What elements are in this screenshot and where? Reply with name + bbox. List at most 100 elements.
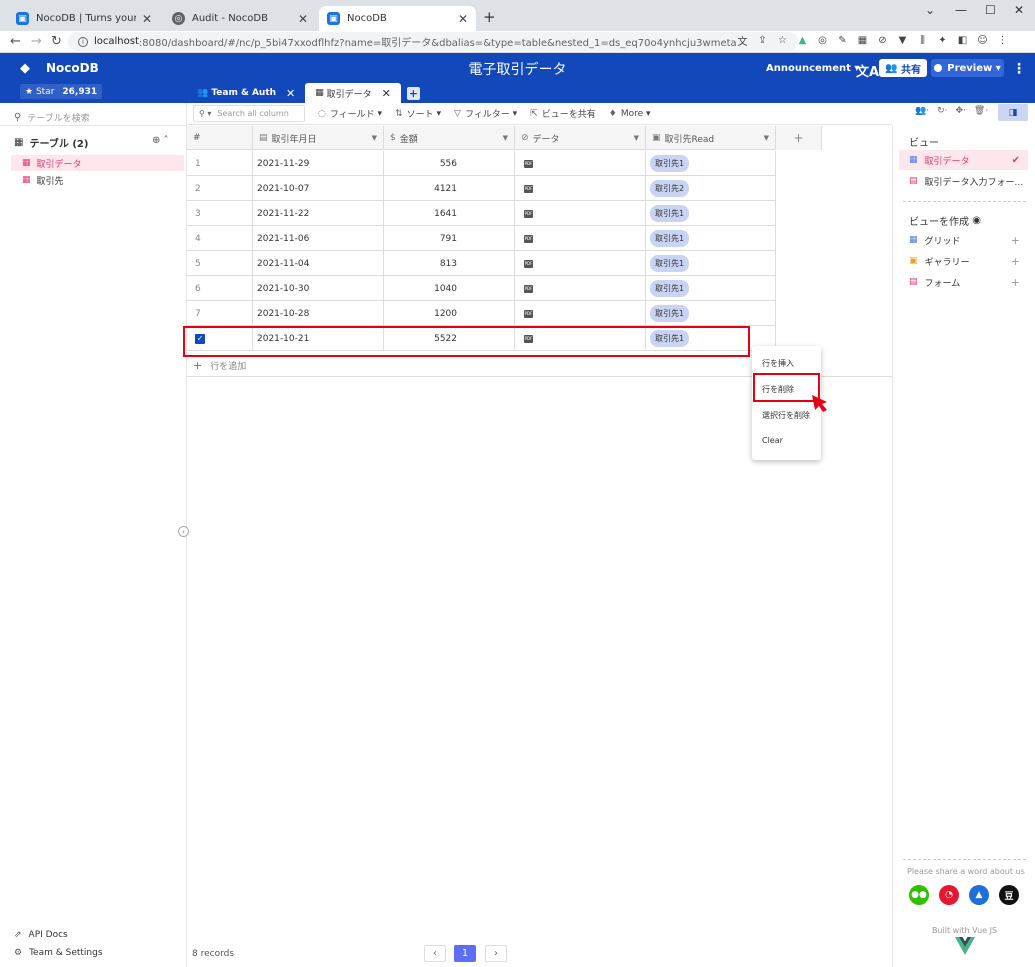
attachment-cell[interactable]: PDF bbox=[515, 301, 646, 326]
ref-cell[interactable]: 取引先2 bbox=[646, 176, 776, 201]
next-page-button[interactable]: › bbox=[485, 945, 507, 962]
browser-tab-audit[interactable]: ◎ Audit - NocoDB ✕ bbox=[164, 6, 316, 31]
chevron-down-icon[interactable]: ▼ bbox=[372, 134, 377, 142]
plus-icon[interactable]: + bbox=[1011, 276, 1020, 289]
table-search-input[interactable]: ⚲ テーブルを検索 bbox=[14, 111, 90, 124]
attachment-cell[interactable]: PDF bbox=[515, 276, 646, 301]
pdf-file-icon[interactable]: PDF bbox=[524, 284, 533, 293]
language-icon[interactable]: 文A bbox=[856, 61, 879, 80]
wechat-icon[interactable]: ●● bbox=[909, 885, 929, 905]
ref-chip[interactable]: 取引先1 bbox=[650, 305, 690, 322]
attachment-cell[interactable]: PDF bbox=[515, 151, 646, 176]
qq-icon[interactable]: ▲ bbox=[969, 885, 989, 905]
api-docs-link[interactable]: ⇗ API Docs bbox=[14, 930, 68, 940]
ref-chip[interactable]: 取引先1 bbox=[650, 255, 690, 272]
filter-button[interactable]: ▽ フィルター ▾ bbox=[454, 107, 517, 121]
share-icon[interactable]: ⇪ bbox=[756, 34, 769, 47]
share-view-button[interactable]: ⇱ ビューを共有 bbox=[530, 107, 596, 121]
view-item-torihiki-data[interactable]: ▦ 取引データ ✔ bbox=[899, 150, 1028, 170]
ref-cell[interactable]: 取引先1 bbox=[646, 301, 776, 326]
menu-item-insert-row[interactable]: 行を挿入 bbox=[762, 358, 794, 369]
plus-icon[interactable]: + bbox=[1011, 234, 1020, 247]
equalizer-icon[interactable]: ⫼ bbox=[916, 34, 929, 47]
search-all-column-input[interactable]: ⚲ ▾ Search all column bbox=[193, 105, 305, 122]
close-icon[interactable]: ✕ bbox=[458, 12, 468, 26]
column-header-date[interactable]: ▤ 取引年月日 ▼ bbox=[253, 126, 384, 150]
amount-cell[interactable]: 4121 bbox=[384, 176, 515, 201]
browser-tab-nocodb[interactable]: ▣ NocoDB ✕ bbox=[319, 6, 476, 31]
weibo-icon[interactable]: ◔ bbox=[939, 885, 959, 905]
ref-cell[interactable]: 取引先1 bbox=[646, 251, 776, 276]
ref-chip[interactable]: 取引先1 bbox=[650, 280, 690, 297]
maximize-icon[interactable]: ☐ bbox=[985, 3, 996, 17]
sort-button[interactable]: ⇅ ソート ▾ bbox=[395, 107, 441, 121]
announcement-button[interactable]: Announcement ▾ bbox=[766, 63, 859, 74]
close-icon[interactable]: ✕ bbox=[142, 12, 152, 26]
translate-icon[interactable]: 文 bbox=[736, 34, 749, 48]
pdf-file-icon[interactable]: PDF bbox=[524, 159, 533, 168]
amount-cell[interactable]: 813 bbox=[384, 251, 515, 276]
date-cell[interactable]: 2021-10-28 bbox=[253, 301, 384, 326]
view-item-input-form[interactable]: ▤ 取引データ入力フォー... bbox=[899, 171, 1028, 191]
menu-item-clear[interactable]: Clear bbox=[762, 436, 783, 445]
amount-cell[interactable]: 556 bbox=[384, 151, 515, 176]
prev-page-button[interactable]: ‹ bbox=[424, 945, 446, 962]
date-cell[interactable]: 2021-11-06 bbox=[253, 226, 384, 251]
ref-cell[interactable]: 取引先1 bbox=[646, 151, 776, 176]
column-header-ref[interactable]: ▣ 取引先Read ▼ bbox=[646, 126, 776, 150]
minimize-icon[interactable]: — bbox=[955, 3, 967, 17]
chevron-down-icon[interactable]: ▼ bbox=[503, 134, 508, 142]
users-icon[interactable]: 👥· bbox=[915, 106, 929, 116]
date-cell[interactable]: 2021-10-30 bbox=[253, 276, 384, 301]
amount-cell[interactable]: 1641 bbox=[384, 201, 515, 226]
share-button[interactable]: 👥 共有 bbox=[879, 59, 927, 77]
amount-cell[interactable]: 791 bbox=[384, 226, 515, 251]
amount-cell[interactable]: 1040 bbox=[384, 276, 515, 301]
ref-chip[interactable]: 取引先2 bbox=[650, 180, 690, 197]
fields-button[interactable]: ◌ フィールド ▾ bbox=[318, 107, 382, 121]
column-header-data[interactable]: ⊘ データ ▼ bbox=[515, 126, 646, 150]
sidebar-item-torihikisaki[interactable]: ▦ 取引先 bbox=[11, 172, 184, 188]
url-field[interactable]: i localhost :8080/dashboard/#/nc/p_5bi47… bbox=[68, 32, 798, 51]
pen-icon[interactable]: ✎ bbox=[836, 34, 849, 47]
bookmark-star-icon[interactable]: ☆ bbox=[776, 34, 789, 47]
help-icon[interactable]: ◉ bbox=[972, 215, 981, 226]
team-settings-link[interactable]: ⚙ Team & Settings bbox=[14, 948, 103, 958]
douban-icon[interactable]: 豆 bbox=[999, 885, 1019, 905]
date-cell[interactable]: 2021-11-22 bbox=[253, 201, 384, 226]
table-row[interactable]: 3 2021-11-22 1641 PDF 取引先1 bbox=[187, 201, 776, 226]
close-icon[interactable]: ✕ bbox=[382, 87, 391, 100]
ref-chip[interactable]: 取引先1 bbox=[650, 230, 690, 247]
create-grid-view[interactable]: ▦ グリッド + bbox=[899, 230, 1028, 250]
attachment-cell[interactable]: PDF bbox=[515, 176, 646, 201]
table-row[interactable]: 2 2021-10-07 4121 PDF 取引先2 bbox=[187, 176, 776, 201]
kebab-menu-icon[interactable]: ⋮ bbox=[996, 34, 1009, 47]
info-icon[interactable]: i bbox=[78, 36, 88, 47]
side-panel-icon[interactable]: ◧ bbox=[956, 34, 969, 47]
create-gallery-view[interactable]: ▣ ギャラリー + bbox=[899, 251, 1028, 271]
chevron-down-icon[interactable]: ⌄ bbox=[925, 3, 935, 17]
ref-cell[interactable]: 取引先1 bbox=[646, 201, 776, 226]
tables-header[interactable]: ▦ テーブル (2) bbox=[14, 135, 88, 150]
extension-circle-icon[interactable]: ◎ bbox=[816, 34, 829, 47]
more-button[interactable]: ♦ More ▾ bbox=[609, 109, 651, 119]
date-cell[interactable]: 2021-11-04 bbox=[253, 251, 384, 276]
attachment-cell[interactable]: PDF bbox=[515, 226, 646, 251]
move-icon[interactable]: ✥· bbox=[955, 106, 965, 116]
ref-cell[interactable]: 取引先1 bbox=[646, 226, 776, 251]
pdf-file-icon[interactable]: PDF bbox=[524, 184, 533, 193]
toggle-views-panel-icon[interactable]: ◨ bbox=[998, 104, 1028, 121]
table-row[interactable]: 1 2021-11-29 556 PDF 取引先1 bbox=[187, 151, 776, 176]
refresh-icon[interactable]: ↻· bbox=[937, 106, 947, 116]
more-vertical-icon[interactable]: ⋮ bbox=[1012, 61, 1026, 77]
back-arrow-icon[interactable]: ← bbox=[10, 34, 21, 49]
wifi-icon[interactable]: ▼ bbox=[896, 34, 909, 47]
close-icon[interactable]: ✕ bbox=[298, 12, 308, 26]
window-close-icon[interactable]: ✕ bbox=[1014, 3, 1024, 17]
add-tab-button[interactable]: + bbox=[406, 87, 420, 100]
attachment-cell[interactable]: PDF bbox=[515, 201, 646, 226]
sidebar-item-torihiki-data[interactable]: ▦ 取引データ bbox=[11, 155, 184, 171]
menu-item-delete-selected-rows[interactable]: 選択行を削除 bbox=[762, 410, 810, 421]
reload-icon[interactable]: ↻ bbox=[51, 34, 62, 49]
column-header-amount[interactable]: $ 金額 ▼ bbox=[384, 126, 515, 150]
